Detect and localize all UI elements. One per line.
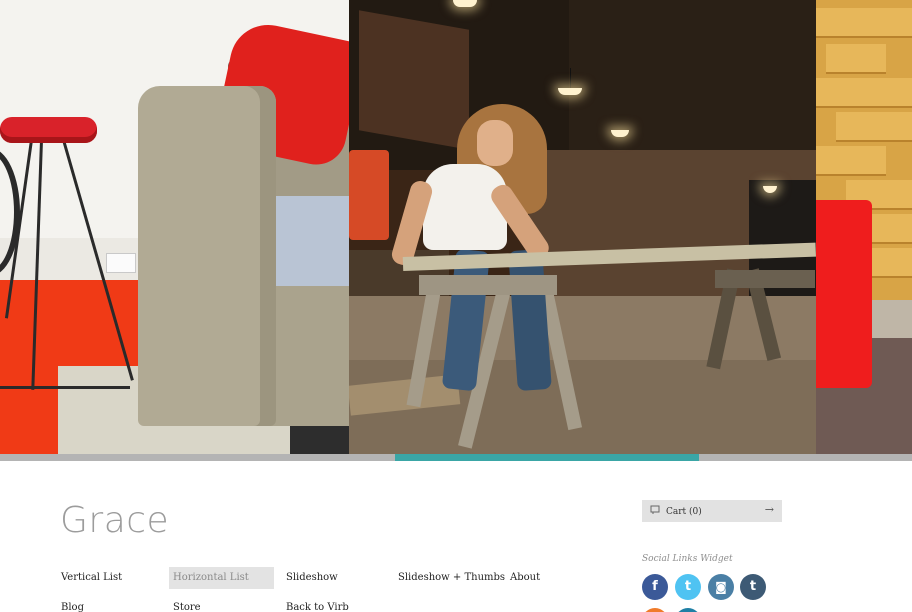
arrow-right-icon: → <box>764 503 774 516</box>
nav-item-about[interactable]: About <box>510 567 540 589</box>
slideshow-progress-fill <box>395 454 699 461</box>
cart-button[interactable]: Cart (0) → <box>642 500 782 522</box>
living-room-photo[interactable] <box>0 0 349 454</box>
instagram-icon[interactable]: ◙ <box>708 574 734 600</box>
sofa-arm <box>138 86 276 426</box>
rss-icon[interactable] <box>642 608 668 612</box>
tumblr-icon[interactable]: t <box>740 574 766 600</box>
site-logo[interactable]: Grace <box>60 500 169 541</box>
nav-item-slideshow[interactable]: Slideshow <box>286 567 338 589</box>
nav-item-vertical-list[interactable]: Vertical List <box>61 567 122 589</box>
nav-item-blog[interactable]: Blog <box>61 597 84 612</box>
wall-outlet <box>106 253 136 273</box>
social-widget-title: Social Links Widget <box>642 554 733 564</box>
vimeo-icon[interactable] <box>675 608 701 612</box>
sofa-cushion <box>270 196 349 290</box>
ceiling-right <box>569 0 816 170</box>
facebook-icon[interactable]: f <box>642 574 668 600</box>
wood-wall-photo[interactable] <box>816 0 912 454</box>
nav-item-horizontal-list[interactable]: Horizontal List <box>169 567 274 589</box>
social-links: f t ◙ t <box>642 574 782 612</box>
nav-item-back-to-virb[interactable]: Back to Virb <box>286 597 349 612</box>
wood-block <box>816 8 912 38</box>
hanging-banner <box>359 10 469 150</box>
hero-slideshow[interactable] <box>0 0 912 454</box>
red-stool-seat <box>0 117 97 143</box>
ceiling-lamp <box>558 88 582 95</box>
workshop-photo[interactable] <box>349 0 816 454</box>
wood-block <box>816 146 886 176</box>
lamp-cord <box>570 68 571 88</box>
sawhorse-beam <box>419 275 557 295</box>
cart-label: Cart (0) <box>666 507 702 517</box>
person-face <box>477 120 513 166</box>
wood-block <box>836 112 912 142</box>
stool-foot <box>0 386 130 389</box>
cart-icon <box>650 505 660 515</box>
nav-item-store[interactable]: Store <box>173 597 201 612</box>
twitter-icon[interactable]: t <box>675 574 701 600</box>
wood-block <box>816 78 912 108</box>
red-machine <box>349 150 389 240</box>
sofa-base <box>266 286 349 426</box>
red-chair <box>816 200 872 388</box>
main-navigation: Vertical List Horizontal List Slideshow … <box>61 566 631 612</box>
ceiling-lamp <box>453 0 477 7</box>
person-top <box>423 164 507 250</box>
wood-block <box>826 44 886 74</box>
slideshow-progress-bar[interactable] <box>0 454 912 461</box>
sawhorse-beam <box>715 270 815 288</box>
nav-item-slideshow-thumbs[interactable]: Slideshow + Thumbs <box>398 567 505 589</box>
